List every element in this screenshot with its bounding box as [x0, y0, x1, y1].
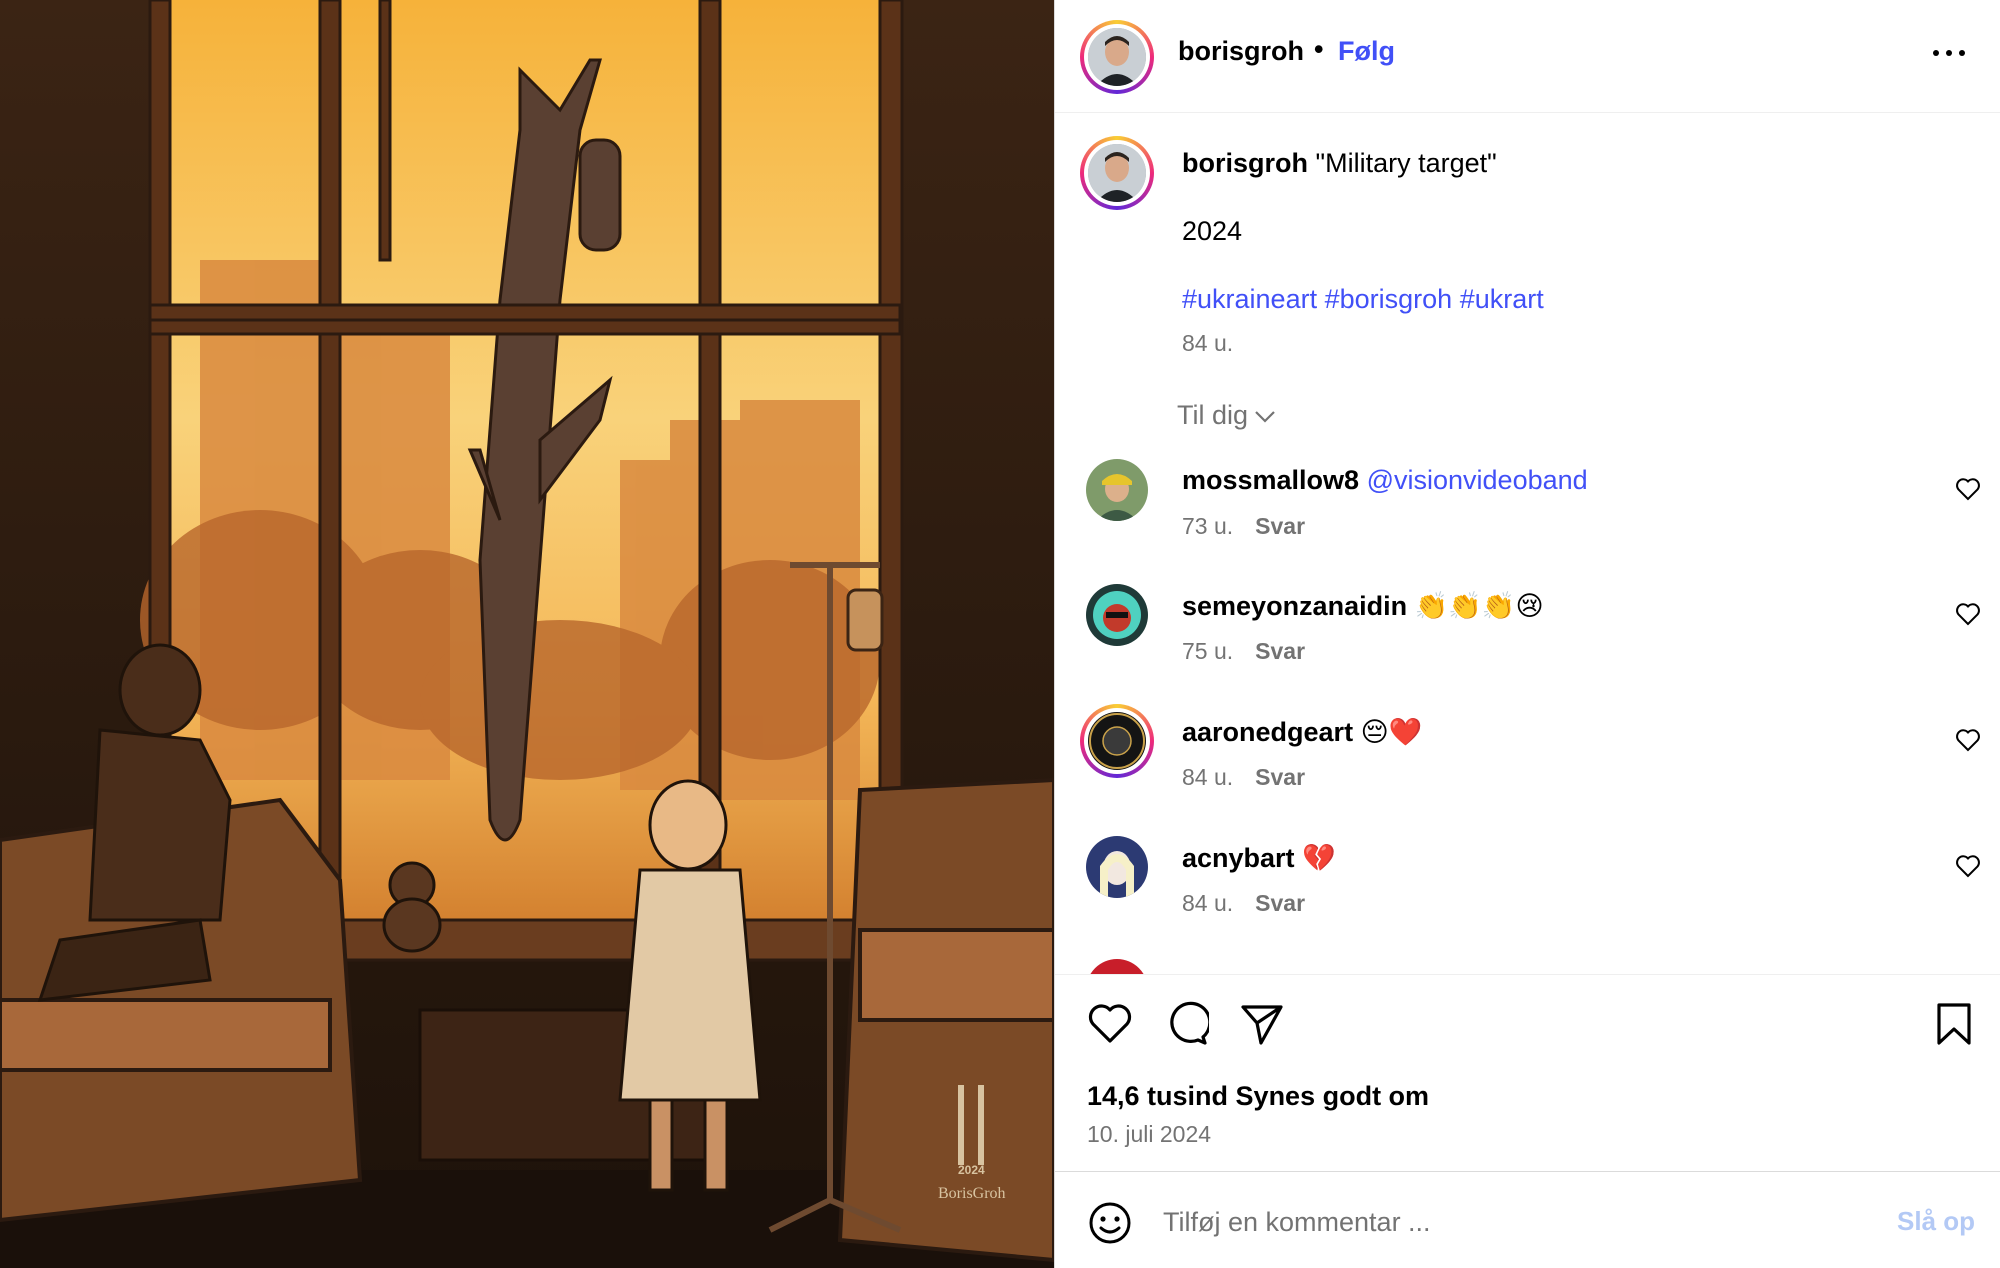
commenter-avatar-partial[interactable]: [1086, 959, 1148, 974]
comment-timestamp: 75 u.: [1182, 638, 1234, 664]
comments-section[interactable]: borisgroh "Military target" 2024 #ukrain…: [1055, 114, 2000, 974]
hashtag-link[interactable]: #ukrart: [1460, 284, 1544, 314]
more-options-icon[interactable]: [1931, 38, 1971, 68]
header-separator: •: [1314, 34, 1324, 64]
commenter-avatar[interactable]: [1086, 584, 1148, 646]
author-photo-icon: [1088, 144, 1146, 202]
hashtag-link[interactable]: #borisgroh: [1325, 284, 1453, 314]
comment-like-heart-icon[interactable]: [1955, 854, 1981, 878]
likes-count[interactable]: 14,6 tusind Synes godt om: [1087, 1081, 1429, 1112]
caption-text: borisgroh "Military target": [1182, 148, 1497, 179]
share-send-icon[interactable]: [1239, 1001, 1285, 1047]
comment-meta: 84 u. Svar: [1182, 890, 1305, 917]
author-username[interactable]: borisgroh: [1178, 36, 1304, 67]
caption-avatar[interactable]: [1080, 136, 1154, 210]
post-header: borisgroh • Følg: [1055, 0, 2000, 113]
author-avatar[interactable]: [1080, 20, 1154, 94]
comment-username[interactable]: mossmallow8: [1182, 465, 1359, 495]
commenter-avatar[interactable]: [1086, 459, 1148, 521]
comment-input[interactable]: [1163, 1194, 1843, 1250]
sort-label: Til dig: [1177, 400, 1249, 430]
hashtag-link[interactable]: #ukraineart: [1182, 284, 1317, 314]
chevron-down-icon: [1255, 411, 1275, 423]
comment-like-heart-icon[interactable]: [1955, 602, 1981, 626]
user-badge-icon: [1089, 713, 1145, 769]
comment-body: 👏👏👏😢: [1414, 591, 1544, 621]
caption-timestamp: 84 u.: [1182, 330, 1234, 356]
comment-body: 😔❤️: [1360, 717, 1423, 747]
post-details-panel: borisgroh • Følg borisgroh "Military tar…: [1054, 0, 2000, 1268]
comment-item: acnybart 💔 84 u. Svar: [1055, 836, 2000, 946]
comment-username[interactable]: semeyonzanaidin: [1182, 591, 1407, 621]
like-heart-icon[interactable]: [1087, 1001, 1133, 1047]
reply-button[interactable]: Svar: [1255, 764, 1305, 790]
user-photo-icon: [1086, 584, 1148, 646]
comment-timestamp: 73 u.: [1182, 513, 1234, 539]
comment-timestamp: 84 u.: [1182, 890, 1234, 916]
comment-bubble-icon[interactable]: [1163, 1001, 1209, 1047]
comment-mention[interactable]: @visionvideoband: [1367, 465, 1588, 495]
comment-username[interactable]: aaronedgeart: [1182, 717, 1353, 747]
post-image[interactable]: 2024 BorisGroh: [0, 0, 1054, 1268]
post-comment-button[interactable]: Slå op: [1897, 1206, 1975, 1237]
comment-body: 💔: [1302, 843, 1336, 873]
caption-username[interactable]: borisgroh: [1182, 148, 1308, 178]
author-photo-icon: [1088, 28, 1146, 86]
follow-button[interactable]: Følg: [1338, 36, 1395, 67]
comment-item: mossmallow8 @visionvideoband 73 u. Svar: [1055, 459, 2000, 569]
commenter-avatar[interactable]: [1086, 836, 1148, 898]
post-actions: 14,6 tusind Synes godt om 10. juli 2024: [1055, 974, 2000, 1170]
comment-meta: 75 u. Svar: [1182, 638, 1305, 665]
add-comment-bar: Slå op: [1055, 1171, 2000, 1268]
comment-like-heart-icon[interactable]: [1955, 477, 1981, 501]
comment-item: aaronedgeart 😔❤️ 84 u. Svar: [1055, 704, 2000, 820]
post-date: 10. juli 2024: [1087, 1121, 1212, 1147]
user-photo-icon: [1086, 836, 1148, 898]
signature-year: 2024: [958, 1163, 985, 1177]
save-bookmark-icon[interactable]: [1931, 1001, 1977, 1047]
comment-text: mossmallow8 @visionvideoband: [1182, 465, 1588, 496]
reply-button[interactable]: Svar: [1255, 638, 1305, 664]
comment-meta: 84 u. Svar: [1182, 764, 1305, 791]
caption-title: "Military target": [1315, 148, 1497, 178]
comment-text: aaronedgeart 😔❤️: [1182, 716, 1422, 748]
comment-meta: 73 u. Svar: [1182, 513, 1305, 540]
reply-button[interactable]: Svar: [1255, 513, 1305, 539]
comment-text: semeyonzanaidin 👏👏👏😢: [1182, 590, 1544, 622]
commenter-avatar[interactable]: [1080, 704, 1154, 778]
reply-button[interactable]: Svar: [1255, 890, 1305, 916]
comment-like-heart-icon[interactable]: [1955, 728, 1981, 752]
caption-year: 2024: [1182, 216, 1243, 246]
comment-timestamp: 84 u.: [1182, 764, 1234, 790]
comment-sort-dropdown[interactable]: Til dig: [1177, 400, 1276, 431]
artwork-illustration: 2024 BorisGroh: [0, 0, 1054, 1268]
emoji-smiley-icon[interactable]: [1087, 1200, 1133, 1246]
caption-hashtags: #ukraineart #borisgroh #ukrart: [1182, 284, 1544, 315]
comment-text: acnybart 💔: [1182, 842, 1336, 874]
comment-username[interactable]: acnybart: [1182, 843, 1295, 873]
user-photo-icon: [1086, 459, 1148, 521]
signature-name: BorisGroh: [938, 1185, 1006, 1202]
comment-item: semeyonzanaidin 👏👏👏😢 75 u. Svar: [1055, 584, 2000, 694]
